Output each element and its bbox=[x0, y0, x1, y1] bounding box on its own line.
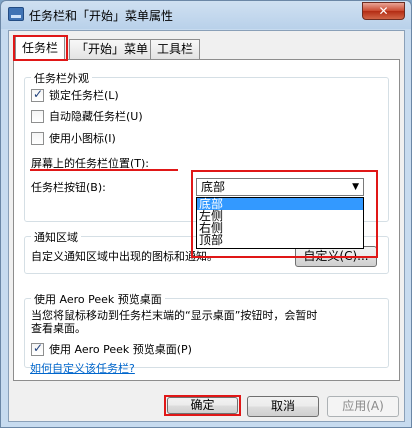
apply-button[interactable]: 应用(A) bbox=[327, 396, 399, 417]
aero-peek-group: 使用 Aero Peek 预览桌面 当您将鼠标移动到任务栏末端的“显示桌面”按钮… bbox=[24, 291, 389, 368]
help-link[interactable]: 如何自定义该任务栏? bbox=[30, 360, 135, 376]
position-dropdown-list: 底部 左侧 右侧 顶部 bbox=[196, 197, 364, 249]
title-bar: 任务栏和「开始」菜单属性 ✕ bbox=[1, 1, 411, 29]
position-label-underline bbox=[30, 169, 178, 171]
tab-panel-taskbar: 任务栏外观 锁定任务栏(L) 自动隐藏任务栏(U) 使用小图标(I) 屏幕上的任… bbox=[13, 59, 400, 381]
auto-hide-label: 自动隐藏任务栏(U) bbox=[49, 110, 143, 123]
lock-taskbar-checkbox[interactable] bbox=[31, 87, 44, 102]
properties-window: 任务栏和「开始」菜单属性 ✕ 任务栏 「开始」菜单 工具栏 任务栏外观 锁定任务… bbox=[0, 0, 412, 428]
lock-taskbar-option[interactable]: 锁定任务栏(L) bbox=[31, 87, 119, 103]
position-option-top[interactable]: 顶部 bbox=[197, 234, 363, 246]
aero-peek-group-title: 使用 Aero Peek 预览桌面 bbox=[31, 291, 165, 307]
small-icons-label: 使用小图标(I) bbox=[49, 132, 116, 145]
ok-button[interactable]: 确定 bbox=[167, 397, 238, 414]
tab-start-menu[interactable]: 「开始」菜单 bbox=[69, 39, 156, 59]
appearance-group-title: 任务栏外观 bbox=[31, 70, 92, 86]
auto-hide-option[interactable]: 自动隐藏任务栏(U) bbox=[31, 108, 143, 124]
taskbar-buttons-label: 任务栏按钮(B): bbox=[31, 181, 106, 194]
auto-hide-checkbox[interactable] bbox=[31, 109, 44, 123]
notification-description: 自定义通知区域中出现的图标和通知。 bbox=[31, 250, 218, 263]
notification-group-title: 通知区域 bbox=[31, 229, 81, 245]
small-icons-option[interactable]: 使用小图标(I) bbox=[31, 130, 116, 146]
aero-peek-label: 使用 Aero Peek 预览桌面(P) bbox=[49, 343, 192, 356]
aero-peek-description-line2: 查看桌面。 bbox=[31, 322, 86, 335]
lock-taskbar-label: 锁定任务栏(L) bbox=[49, 89, 119, 102]
position-select-value: 底部 bbox=[201, 180, 226, 194]
aero-peek-option[interactable]: 使用 Aero Peek 预览桌面(P) bbox=[31, 341, 192, 357]
position-select[interactable]: 底部 ▼ bbox=[196, 178, 364, 196]
taskbar-icon bbox=[8, 7, 24, 21]
small-icons-checkbox[interactable] bbox=[31, 131, 44, 145]
aero-peek-checkbox[interactable] bbox=[31, 341, 44, 356]
window-title: 任务栏和「开始」菜单属性 bbox=[29, 9, 174, 23]
tab-toolbars[interactable]: 工具栏 bbox=[150, 39, 201, 59]
dialog-client: 任务栏 「开始」菜单 工具栏 任务栏外观 锁定任务栏(L) 自动隐藏任务栏(U)… bbox=[8, 30, 405, 422]
tab-highlight-box bbox=[13, 35, 68, 61]
close-button[interactable]: ✕ bbox=[362, 2, 405, 20]
chevron-down-icon: ▼ bbox=[352, 182, 359, 192]
cancel-button[interactable]: 取消 bbox=[247, 396, 319, 417]
